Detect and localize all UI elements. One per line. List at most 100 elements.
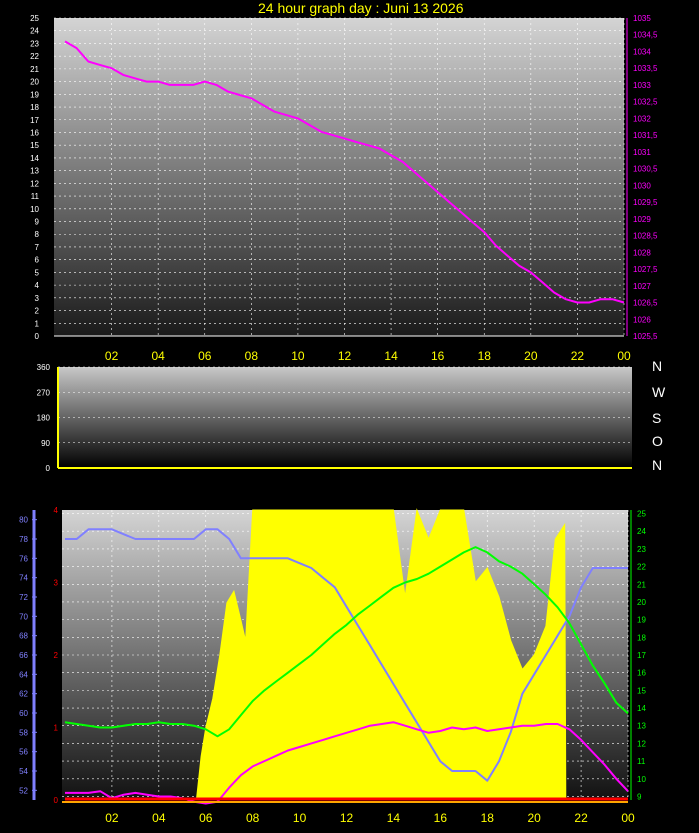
temperature-tick-label: 19 xyxy=(637,616,646,625)
pressure-x-tick-label: 16 xyxy=(431,349,445,363)
climate-x-tick-label: 20 xyxy=(527,811,541,825)
pressure-tick-label: 1032 xyxy=(633,114,651,123)
wind-tick-label: 10 xyxy=(30,205,39,214)
rain-tick-label: 4 xyxy=(54,506,59,515)
pressure-x-tick-label: 04 xyxy=(151,349,165,363)
temperature-tick-label: 13 xyxy=(637,722,646,731)
pressure-tick-label: 1026 xyxy=(633,315,651,324)
climate-x-tick-label: 02 xyxy=(105,811,119,825)
temperature-tick-label: 22 xyxy=(637,563,646,572)
humidity-tick-label: 74 xyxy=(19,574,28,583)
pressure-tick-label: 1029 xyxy=(633,215,651,224)
wind-tick-label: 2 xyxy=(35,307,40,316)
climate-x-tick-label: 04 xyxy=(152,811,166,825)
wind-tick-label: 16 xyxy=(30,128,39,137)
wind-tick-label: 3 xyxy=(35,294,40,303)
wind-tick-label: 22 xyxy=(30,52,39,61)
wind-tick-label: 18 xyxy=(30,103,39,112)
temperature-tick-label: 10 xyxy=(637,775,646,784)
wind-tick-label: 21 xyxy=(30,65,39,74)
climate-x-tick-label: 12 xyxy=(340,811,354,825)
pressure-x-tick-label: 06 xyxy=(198,349,212,363)
climate-x-tick-label: 06 xyxy=(199,811,213,825)
pressure-x-tick-label: 20 xyxy=(524,349,538,363)
pressure-tick-label: 1034,5 xyxy=(633,31,658,40)
humidity-tick-label: 52 xyxy=(19,786,28,795)
wind-tick-label: 7 xyxy=(35,243,40,252)
wind-dir-tick-label: 360 xyxy=(37,363,51,372)
wind-tick-label: 19 xyxy=(30,90,39,99)
wind-tick-label: 0 xyxy=(35,332,40,341)
climate-x-tick-label: 08 xyxy=(246,811,260,825)
temperature-tick-label: 24 xyxy=(637,527,646,536)
wind-tick-label: 17 xyxy=(30,116,39,125)
pressure-tick-label: 1025,5 xyxy=(633,332,658,341)
humidity-tick-label: 62 xyxy=(19,690,28,699)
pressure-tick-label: 1027,5 xyxy=(633,265,658,274)
temperature-tick-label: 25 xyxy=(637,510,646,519)
temperature-tick-label: 23 xyxy=(637,545,646,554)
rain-tick-label: 2 xyxy=(54,651,59,660)
wind-tick-label: 5 xyxy=(35,268,40,277)
temperature-tick-label: 21 xyxy=(637,580,646,589)
pressure-tick-label: 1029,5 xyxy=(633,198,658,207)
humidity-tick-label: 54 xyxy=(19,767,28,776)
rain-tick-label: 3 xyxy=(54,579,59,588)
wind-tick-label: 20 xyxy=(30,78,39,87)
pressure-x-tick-label: 14 xyxy=(384,349,398,363)
temperature-tick-label: 16 xyxy=(637,669,646,678)
rain-tick-label: 0 xyxy=(54,796,59,805)
wind-dir-tick-label: 180 xyxy=(37,414,51,423)
humidity-tick-label: 66 xyxy=(19,651,28,660)
wind-tick-label: 25 xyxy=(30,14,39,23)
pressure-tick-label: 1033 xyxy=(633,81,651,90)
wind-tick-label: 23 xyxy=(30,39,39,48)
climate-x-tick-label: 10 xyxy=(293,811,307,825)
pressure-tick-label: 1028,5 xyxy=(633,232,658,241)
pressure-x-tick-label: 00 xyxy=(617,349,631,363)
temperature-tick-label: 11 xyxy=(637,757,646,766)
pressure-plot-area xyxy=(54,18,624,336)
pressure-tick-label: 1027 xyxy=(633,282,651,291)
temperature-tick-label: 20 xyxy=(637,598,646,607)
pressure-tick-label: 1033,5 xyxy=(633,64,658,73)
pressure-x-tick-label: 18 xyxy=(478,349,492,363)
wind-dir-tick-label: 270 xyxy=(37,388,51,397)
wind-tick-label: 24 xyxy=(30,27,39,36)
wind-tick-label: 11 xyxy=(31,192,40,201)
humidity-tick-label: 68 xyxy=(19,632,28,641)
humidity-tick-label: 70 xyxy=(19,612,28,621)
pressure-tick-label: 1028 xyxy=(633,248,651,257)
pressure-tick-label: 1035 xyxy=(633,14,651,23)
temperature-tick-label: 9 xyxy=(637,792,642,801)
weather-charts: 0123456789101112131415161718192021222324… xyxy=(19,14,658,825)
pressure-x-tick-label: 10 xyxy=(291,349,305,363)
humidity-tick-label: 58 xyxy=(19,728,28,737)
wind-tick-label: 1 xyxy=(35,319,40,328)
wind-tick-label: 8 xyxy=(35,230,40,239)
pressure-tick-label: 1031,5 xyxy=(633,131,658,140)
humidity-tick-label: 60 xyxy=(19,709,28,718)
rain-tick-label: 1 xyxy=(54,724,59,733)
temperature-tick-label: 15 xyxy=(637,686,646,695)
pressure-tick-label: 1031 xyxy=(633,148,651,157)
pressure-tick-label: 1026,5 xyxy=(633,299,658,308)
wind-tick-label: 12 xyxy=(30,179,39,188)
climate-x-tick-label: 00 xyxy=(621,811,635,825)
wind-tick-label: 6 xyxy=(35,256,40,265)
wind-dir-tick-label: 90 xyxy=(41,439,50,448)
pressure-tick-label: 1034 xyxy=(633,47,651,56)
wind-dir-tick-label: 0 xyxy=(46,464,51,473)
humidity-tick-label: 78 xyxy=(19,535,28,544)
temperature-tick-label: 18 xyxy=(637,633,646,642)
wind-tick-label: 14 xyxy=(30,154,39,163)
wind-tick-label: 9 xyxy=(35,218,40,227)
pressure-tick-label: 1030 xyxy=(633,181,651,190)
humidity-tick-label: 64 xyxy=(19,670,28,679)
climate-x-tick-label: 22 xyxy=(574,811,588,825)
humidity-tick-label: 76 xyxy=(19,554,28,563)
temperature-tick-label: 14 xyxy=(637,704,646,713)
humidity-tick-label: 80 xyxy=(19,516,28,525)
pressure-tick-label: 1032,5 xyxy=(633,98,658,107)
wind-tick-label: 4 xyxy=(35,281,40,290)
